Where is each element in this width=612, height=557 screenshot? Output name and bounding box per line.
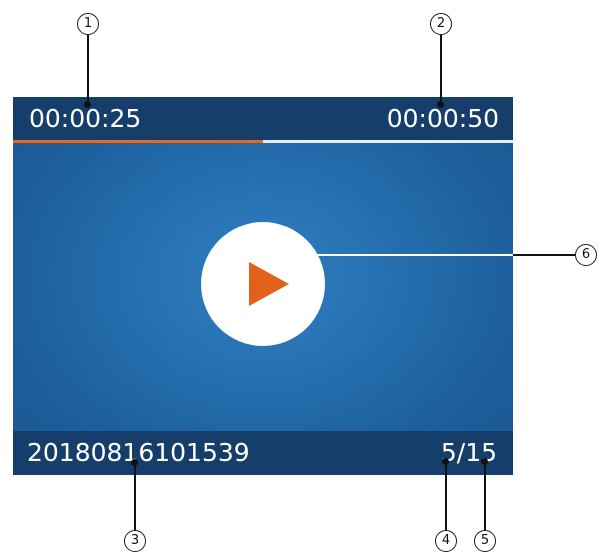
callout-1-dot: [84, 101, 91, 108]
file-counter: 5/15: [440, 438, 497, 467]
player-bottom-bar: 20180816101539 5/15: [13, 431, 513, 475]
play-button[interactable]: [201, 222, 325, 346]
callout-3-dot: [131, 459, 138, 466]
callout-1: 1: [77, 13, 99, 35]
play-icon: [249, 262, 289, 306]
callout-5-dot: [481, 458, 488, 465]
callout-2: 2: [430, 13, 452, 35]
callout-6-dot: [298, 251, 305, 258]
playback-progress-bar[interactable]: [13, 140, 513, 143]
callout-6: 6: [575, 244, 597, 266]
callout-4: 4: [435, 530, 457, 552]
callout-6-leader-outer: [513, 254, 575, 256]
callout-3: 3: [124, 530, 146, 552]
callout-5: 5: [474, 530, 496, 552]
callout-3-leader: [134, 462, 136, 530]
callout-4-leader: [445, 461, 447, 530]
callout-2-dot: [437, 101, 444, 108]
video-player-screen: 00:00:25 00:00:50 20180816101539 5/15: [13, 97, 513, 475]
playback-progress-fill: [13, 140, 263, 143]
file-name: 20180816101539: [27, 438, 250, 467]
callout-4-dot: [442, 458, 449, 465]
callout-2-leader: [440, 35, 442, 102]
callout-5-leader: [484, 461, 486, 530]
callout-6-leader-inner: [302, 254, 513, 256]
callout-1-leader: [87, 35, 89, 102]
